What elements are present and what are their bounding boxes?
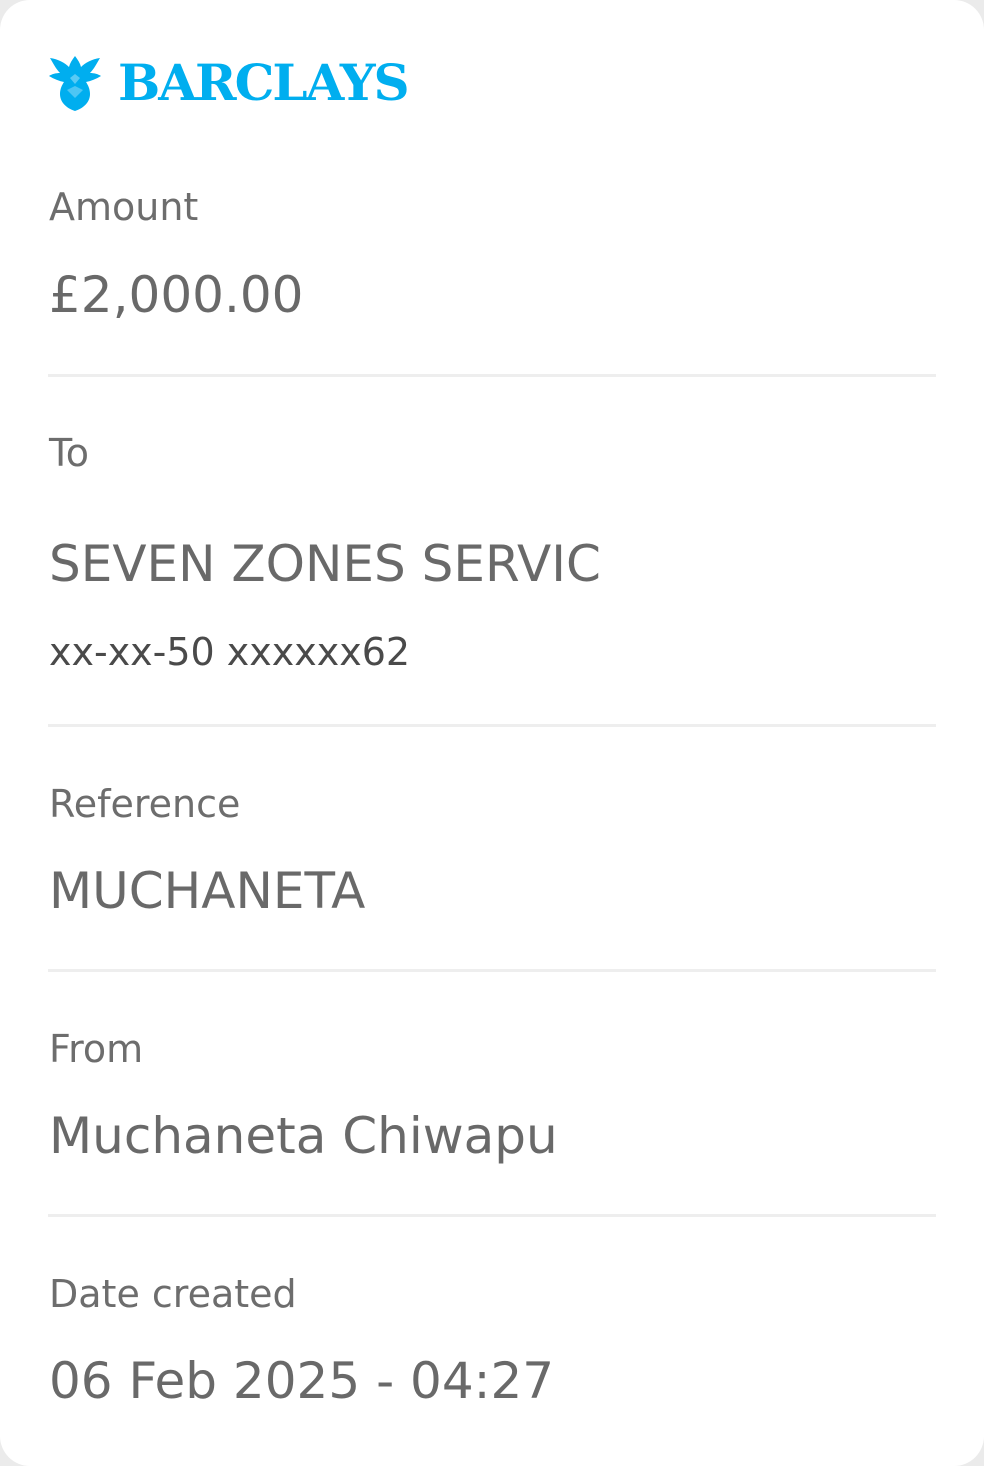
divider [48,1214,936,1217]
payee-name: SEVEN ZONES SERVIC [49,535,601,593]
divider [48,374,936,377]
divider [48,724,936,727]
from-label: From [49,1027,144,1071]
payee-account: xx-xx-50 xxxxxx62 [49,630,411,674]
divider [48,969,936,972]
payment-details-card: BARCLAYS Amount £2,000.00 To SEVEN ZONES… [0,0,984,1466]
reference-label: Reference [49,782,241,826]
reference-value: MUCHANETA [49,862,366,920]
date-created-value: 06 Feb 2025 - 04:27 [49,1352,555,1410]
to-label: To [49,431,90,475]
amount-value: £2,000.00 [49,266,304,324]
eagle-icon [49,56,101,111]
from-value: Muchaneta Chiwapu [49,1107,558,1165]
barclays-logo: BARCLAYS [48,52,410,114]
amount-label: Amount [49,185,199,229]
date-created-label: Date created [49,1272,297,1316]
brand-wordmark: BARCLAYS [118,53,410,112]
